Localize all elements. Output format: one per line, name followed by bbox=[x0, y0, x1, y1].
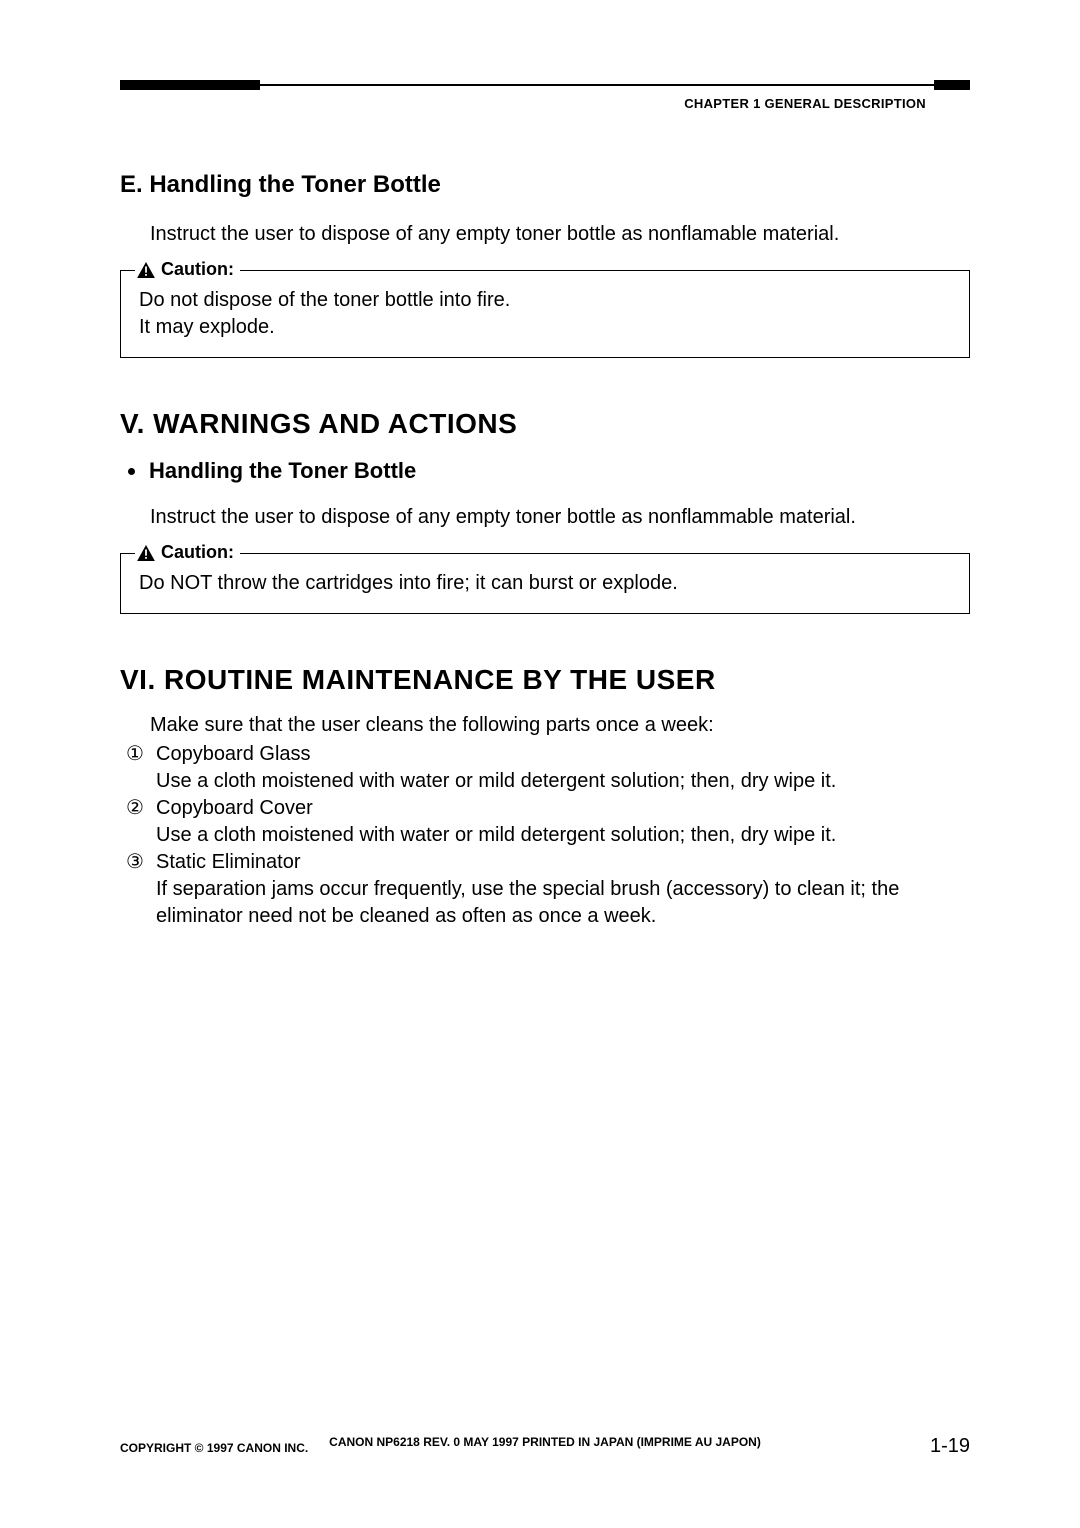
caution-text-e: Do not dispose of the toner bottle into … bbox=[139, 287, 951, 341]
section-v-sub-label: Handling the Toner Bottle bbox=[149, 458, 416, 484]
header-thin-line bbox=[120, 84, 970, 86]
section-v-body: Instruct the user to dispose of any empt… bbox=[150, 504, 970, 531]
section-e-title: E. Handling the Toner Bottle bbox=[120, 171, 970, 199]
caution-label-v: Caution: bbox=[161, 542, 234, 563]
list-number-1: ① bbox=[124, 741, 146, 795]
section-e-body: Instruct the user to dispose of any empt… bbox=[150, 221, 970, 248]
caution-legend-v: Caution: bbox=[135, 542, 240, 563]
list-item: ③ Static Eliminator If separation jams o… bbox=[124, 849, 970, 930]
caution-line1-e: Do not dispose of the toner bottle into … bbox=[139, 287, 951, 314]
header-thick-right bbox=[934, 80, 970, 90]
footer-center: CANON NP6218 REV. 0 MAY 1997 PRINTED IN … bbox=[120, 1435, 970, 1449]
section-v-heading: V. WARNINGS AND ACTIONS bbox=[120, 408, 970, 440]
bullet-icon bbox=[128, 468, 135, 475]
list-title-1: Copyboard Glass bbox=[156, 741, 970, 768]
list-number-3: ③ bbox=[124, 849, 146, 930]
maintenance-list: ① Copyboard Glass Use a cloth moistened … bbox=[124, 741, 970, 930]
list-content-2: Copyboard Cover Use a cloth moistened wi… bbox=[156, 795, 970, 849]
page-footer: COPYRIGHT © 1997 CANON INC. CANON NP6218… bbox=[120, 1435, 970, 1458]
list-item: ① Copyboard Glass Use a cloth moistened … bbox=[124, 741, 970, 795]
section-vi-heading: VI. ROUTINE MAINTENANCE BY THE USER bbox=[120, 664, 970, 696]
caution-box-v: Caution: Do NOT throw the cartridges int… bbox=[120, 553, 970, 614]
caution-line2-e: It may explode. bbox=[139, 314, 951, 341]
list-desc-3: If separation jams occur frequently, use… bbox=[156, 876, 970, 930]
list-content-1: Copyboard Glass Use a cloth moistened wi… bbox=[156, 741, 970, 795]
warning-icon bbox=[137, 262, 155, 278]
list-number-2: ② bbox=[124, 795, 146, 849]
caution-legend-e: Caution: bbox=[135, 259, 240, 280]
section-vi-intro: Make sure that the user cleans the follo… bbox=[150, 714, 970, 737]
caution-box-e: Caution: Do not dispose of the toner bot… bbox=[120, 270, 970, 358]
header-rule bbox=[120, 80, 970, 90]
section-v-subheading: Handling the Toner Bottle bbox=[128, 458, 970, 484]
caution-label-e: Caution: bbox=[161, 259, 234, 280]
chapter-label: CHAPTER 1 GENERAL DESCRIPTION bbox=[120, 96, 970, 111]
list-desc-2: Use a cloth moistened with water or mild… bbox=[156, 822, 970, 849]
list-item: ② Copyboard Cover Use a cloth moistened … bbox=[124, 795, 970, 849]
list-title-3: Static Eliminator bbox=[156, 849, 970, 876]
caution-text-v: Do NOT throw the cartridges into fire; i… bbox=[139, 570, 951, 597]
list-content-3: Static Eliminator If separation jams occ… bbox=[156, 849, 970, 930]
document-page: CHAPTER 1 GENERAL DESCRIPTION E. Handlin… bbox=[0, 0, 1080, 1528]
warning-icon bbox=[137, 545, 155, 561]
list-title-2: Copyboard Cover bbox=[156, 795, 970, 822]
list-desc-1: Use a cloth moistened with water or mild… bbox=[156, 768, 970, 795]
